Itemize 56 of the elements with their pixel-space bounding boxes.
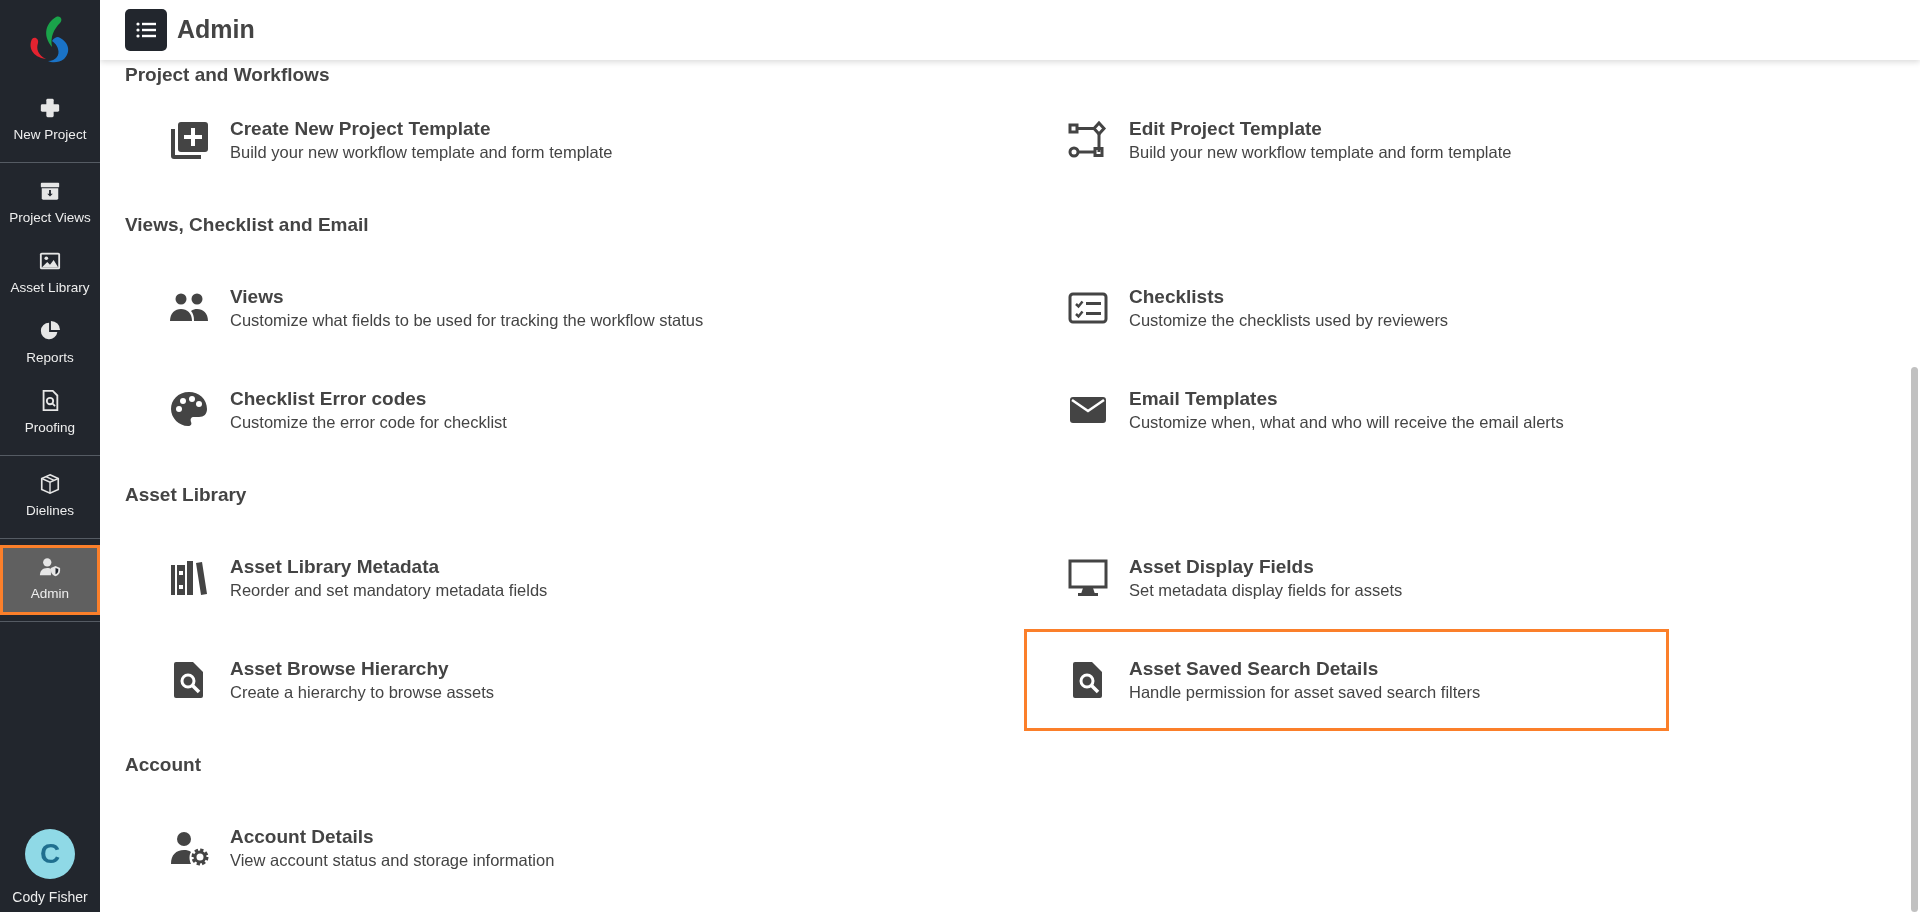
plus-icon <box>39 96 61 119</box>
item-description: View account status and storage information <box>230 850 555 871</box>
menu-button[interactable] <box>125 9 167 51</box>
settings-item[interactable]: Asset Library Metadata Reorder and set mandatory metadata fields <box>125 527 770 629</box>
section-heading: Views, Checklist and Email <box>125 213 369 237</box>
item-description: Customize the checklists used by reviewers <box>1129 310 1449 331</box>
item-description: Reorder and set mandatory metadata fields <box>230 580 548 601</box>
settings-item[interactable]: Asset Display Fields Set metadata display fields for assets <box>1024 527 1669 629</box>
pie-chart-icon <box>39 319 61 342</box>
item-title: Asset Library Metadata <box>230 555 441 579</box>
item-description: Customize when, what and who will receive the email alerts <box>1129 412 1564 433</box>
item-title: Asset Saved Search Details <box>1129 657 1380 681</box>
settings-item[interactable]: Asset Saved Search Details Handle permission for asset saved search filters <box>1024 629 1669 731</box>
menu-icon <box>136 21 156 39</box>
item-description: Customize what fields to be used for tracking the workflow status <box>230 310 704 331</box>
settings-item[interactable]: Asset Browse Hierarchy Create a hierarchy to browse assets <box>125 629 770 731</box>
settings-item[interactable]: Create New Project Template Build your new workflow template and form template <box>125 89 770 191</box>
item-title: Edit Project Template <box>1129 117 1323 141</box>
item-title: Views <box>230 285 285 309</box>
nav-item[interactable]: Proofing <box>0 379 100 449</box>
item-title: Checklists <box>1129 285 1226 309</box>
copy-plus-icon <box>168 119 210 161</box>
nav-item[interactable]: Asset Library <box>0 239 100 309</box>
section-heading: Project and Workflows <box>125 63 330 87</box>
settings-item[interactable]: Checklist Error codes Customize the error code for checklist <box>125 359 770 461</box>
settings-item[interactable]: Edit Project Template Build your new workflow template and form template <box>1024 89 1669 191</box>
user-shield-icon <box>39 555 61 578</box>
avatar[interactable]: C <box>25 829 75 879</box>
scrollbar-thumb[interactable] <box>1911 367 1918 912</box>
item-description: Handle permission for asset saved search filters <box>1129 682 1481 703</box>
item-title: Asset Browse Hierarchy <box>230 657 450 681</box>
section-heading: Account <box>125 753 201 777</box>
monitor-icon <box>1067 557 1109 599</box>
item-description: Create a hierarchy to browse assets <box>230 682 495 703</box>
item-title: Asset Display Fields <box>1129 555 1315 579</box>
item-description: Customize the error code for checklist <box>230 412 507 433</box>
item-description: Set metadata display fields for assets <box>1129 580 1403 601</box>
item-description: Build your new workflow template and form template <box>1129 142 1512 163</box>
section-heading: Asset Library <box>125 483 247 507</box>
nav-item[interactable]: Admin <box>0 545 100 615</box>
item-title: Create New Project Template <box>230 117 492 141</box>
settings-item[interactable]: Account Details View account status and storage information <box>125 797 770 899</box>
item-title: Account Details <box>230 825 375 849</box>
item-title: Checklist Error codes <box>230 387 428 411</box>
nav-item[interactable]: Project Views <box>0 169 100 239</box>
nav-item[interactable]: Dielines <box>0 462 100 532</box>
item-title: Email Templates <box>1129 387 1279 411</box>
settings-item[interactable]: Email Templates Customize when, what and who will receive the email alerts <box>1024 359 1669 461</box>
settings-item[interactable]: Views Customize what fields to be used for tracking the workflow status <box>125 257 770 359</box>
user-name: Cody Fisher <box>12 888 88 907</box>
page-title: Admin <box>177 14 255 46</box>
item-description: Build your new workflow template and form template <box>230 142 613 163</box>
cube-icon <box>39 472 61 495</box>
settings-item[interactable]: Checklists Customize the checklists used by reviewers <box>1024 257 1669 359</box>
nav-item[interactable]: New Project <box>0 86 100 156</box>
nav-item[interactable]: Reports <box>0 309 100 379</box>
